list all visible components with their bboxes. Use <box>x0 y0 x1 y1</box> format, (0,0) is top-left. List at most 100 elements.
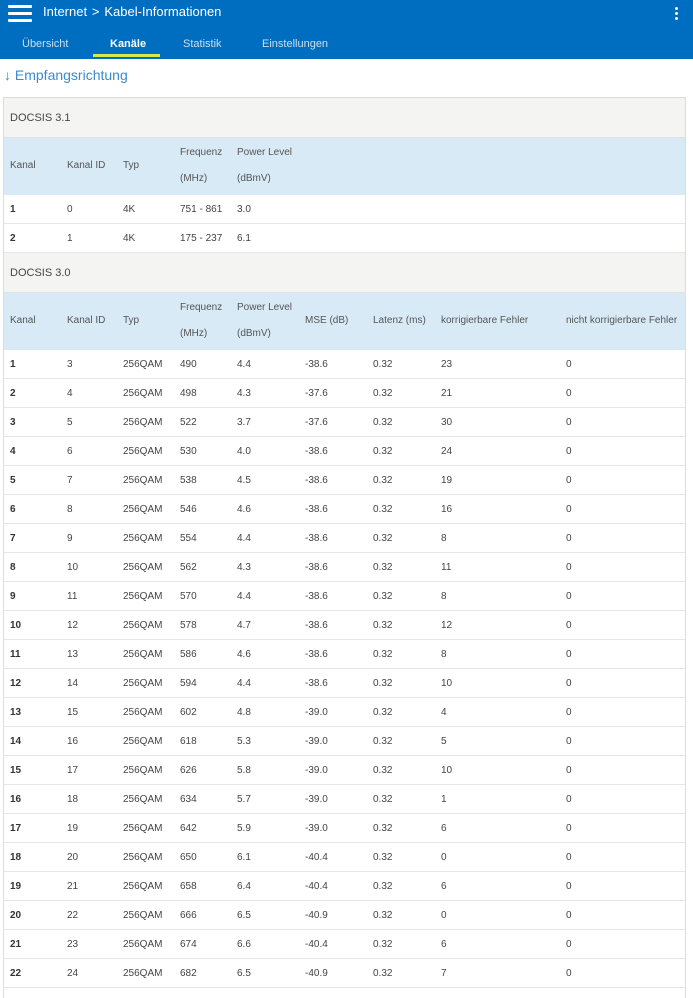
table-cell: 5.7 <box>237 794 251 805</box>
table-cell: 0.32 <box>373 794 393 805</box>
table-cell: 256QAM <box>123 707 163 718</box>
table-cell: 0 <box>566 388 572 399</box>
table-cell: 256QAM <box>123 417 163 428</box>
table-row: 3 5 256QAM 522 3.7 -37.6 0.32 30 0 <box>4 408 685 437</box>
table-cell: 256QAM <box>123 649 163 660</box>
breadcrumb-internet[interactable]: Internet <box>43 4 87 19</box>
table-cell: 9 <box>10 591 16 602</box>
table-cell: 4K <box>123 204 136 215</box>
table-cell: 0.32 <box>373 910 393 921</box>
table-cell: 21 <box>441 388 453 399</box>
table-cell: 538 <box>180 475 197 486</box>
docsis-30-group-header: DOCSIS 3.0 <box>4 253 685 293</box>
table-cell: 522 <box>180 417 197 428</box>
table-cell: 256QAM <box>123 736 163 747</box>
table-cell: 0 <box>566 794 572 805</box>
table-cell: 1 <box>10 204 16 215</box>
table-cell: 4K <box>123 233 136 244</box>
table-cell: 1 <box>441 794 447 805</box>
docsis-30-table-header: Kanal Kanal ID Typ Frequenz (MHz) Power Level… <box>4 293 685 350</box>
table-row: 7 9 256QAM 554 4.4 -38.6 0.32 8 0 <box>4 524 685 553</box>
table-cell: -40.4 <box>305 939 328 950</box>
table-cell: -39.0 <box>305 765 328 776</box>
table-row: 12 14 256QAM 594 4.4 -38.6 0.32 10 0 <box>4 669 685 698</box>
table-cell: 6 <box>441 881 447 892</box>
table-row: 9 11 256QAM 570 4.4 -38.6 0.32 8 0 <box>4 582 685 611</box>
table-cell: 578 <box>180 620 197 631</box>
table-cell: -39.0 <box>305 794 328 805</box>
column-header: Kanal <box>10 315 36 326</box>
table-cell: 0.32 <box>373 475 393 486</box>
table-cell: -38.6 <box>305 475 328 486</box>
table-cell: 256QAM <box>123 939 163 950</box>
table-cell: 0.32 <box>373 591 393 602</box>
table-cell: 6 <box>441 823 447 834</box>
table-cell: 21 <box>10 939 22 950</box>
table-cell: 751 - 861 <box>180 204 223 215</box>
table-row: 1 3 256QAM 490 4.4 -38.6 0.32 23 0 <box>4 350 685 379</box>
table-row: 4 6 256QAM 530 4.0 -38.6 0.32 24 0 <box>4 437 685 466</box>
table-cell: 0 <box>566 475 572 486</box>
table-cell: 3.7 <box>237 417 251 428</box>
table-cell: -37.6 <box>305 388 328 399</box>
column-header: Kanal ID <box>67 315 106 326</box>
table-cell: 0 <box>566 649 572 660</box>
table-cell: 1 <box>67 233 73 244</box>
tab-einstellungen[interactable]: Einstellungen <box>262 38 328 50</box>
section-title-empfangsrichtung[interactable]: ↓ Empfangsrichtung <box>4 67 128 83</box>
table-cell: 6.5 <box>237 910 251 921</box>
table-cell: 0 <box>566 504 572 515</box>
table-cell: 2 <box>10 233 16 244</box>
table-cell: 0.32 <box>373 388 393 399</box>
table-cell: 17 <box>67 765 79 776</box>
column-header: MSE (dB) <box>305 315 349 326</box>
table-cell: -40.9 <box>305 968 328 979</box>
table-cell: 0 <box>566 823 572 834</box>
table-cell: 7 <box>441 968 447 979</box>
table-cell: 256QAM <box>123 388 163 399</box>
table-cell: 4 <box>10 446 16 457</box>
table-cell: 682 <box>180 968 197 979</box>
table-cell: 24 <box>441 446 453 457</box>
tab-kanaele[interactable]: Kanäle <box>110 38 146 50</box>
table-cell: 19 <box>441 475 453 486</box>
table-cell: -38.6 <box>305 649 328 660</box>
table-cell: 18 <box>67 794 79 805</box>
column-header: Kanal ID <box>67 160 106 171</box>
docsis-31-table-header: Kanal Kanal ID Typ Frequenz (MHz) Power Level… <box>4 138 685 195</box>
table-cell: 20 <box>10 910 22 921</box>
table-cell: 6 <box>67 446 73 457</box>
table-cell: 10 <box>441 765 453 776</box>
table-cell: 13 <box>10 707 22 718</box>
table-row: 10 12 256QAM 578 4.7 -38.6 0.32 12 0 <box>4 611 685 640</box>
table-cell: 15 <box>67 707 79 718</box>
table-cell: 4.4 <box>237 359 251 370</box>
vertical-dots-icon[interactable] <box>670 4 684 22</box>
table-cell: 5.8 <box>237 765 251 776</box>
docsis-30-title: DOCSIS 3.0 <box>10 267 71 279</box>
table-cell: -39.0 <box>305 823 328 834</box>
table-cell: 6.1 <box>237 233 251 244</box>
docsis-31-title: DOCSIS 3.1 <box>10 112 71 124</box>
table-cell: 546 <box>180 504 197 515</box>
tab-uebersicht[interactable]: Übersicht <box>22 38 68 50</box>
table-cell: 602 <box>180 707 197 718</box>
table-cell: 562 <box>180 562 197 573</box>
table-cell: 490 <box>180 359 197 370</box>
channel-panel: DOCSIS 3.1 Kanal Kanal ID Typ Frequenz (MHz) P… <box>3 97 686 998</box>
table-cell: 0 <box>67 204 73 215</box>
table-cell: 256QAM <box>123 533 163 544</box>
table-cell: 4.6 <box>237 504 251 515</box>
table-row: 20 22 256QAM 666 6.5 -40.9 0.32 0 0 <box>4 901 685 930</box>
table-cell: 175 - 237 <box>180 233 223 244</box>
table-cell: 4 <box>441 707 447 718</box>
table-cell: 0 <box>441 852 447 863</box>
column-header-unit: (MHz) <box>180 328 208 339</box>
hamburger-menu-icon[interactable] <box>8 3 34 25</box>
tab-statistik[interactable]: Statistik <box>183 38 222 50</box>
table-cell: 0 <box>566 852 572 863</box>
table-cell: 9 <box>67 533 73 544</box>
table-cell: -40.4 <box>305 881 328 892</box>
table-cell: 21 <box>67 881 79 892</box>
table-cell: 0 <box>441 910 447 921</box>
